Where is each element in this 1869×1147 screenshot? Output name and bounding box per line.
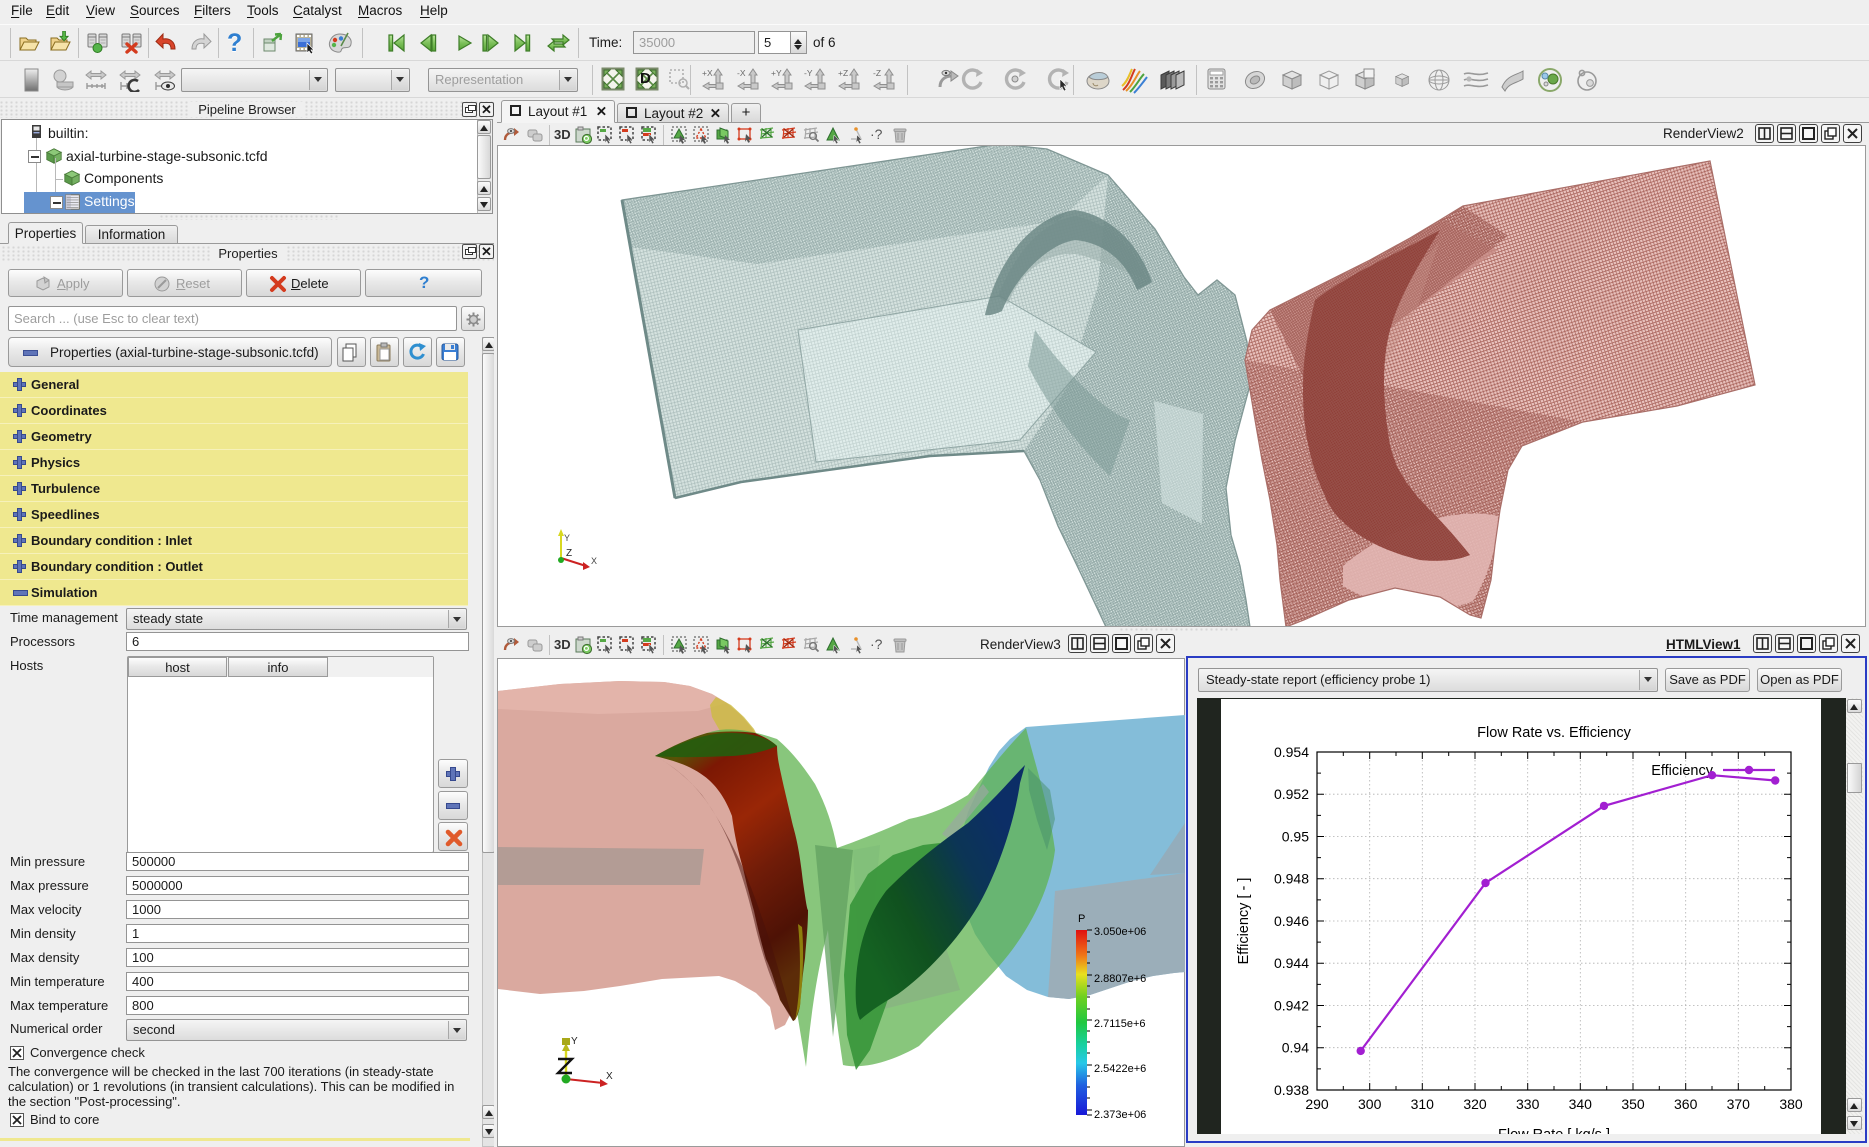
svg-text:0.952: 0.952 [1274,786,1309,802]
svg-text:370: 370 [1727,1096,1751,1112]
svg-text:0.95: 0.95 [1282,829,1309,845]
svg-text:380: 380 [1779,1096,1803,1112]
svg-text:290: 290 [1305,1096,1329,1112]
svg-text:0.954: 0.954 [1274,744,1309,760]
svg-text:Flow Rate [ kg/s ]: Flow Rate [ kg/s ] [1498,1127,1610,1134]
svg-text:Z: Z [566,548,572,559]
svg-text:0.948: 0.948 [1274,871,1309,887]
svg-text:340: 340 [1569,1096,1593,1112]
svg-text:0.938: 0.938 [1274,1082,1309,1098]
svg-text:0.942: 0.942 [1274,998,1309,1014]
svg-text:Efficiency [ - ]: Efficiency [ - ] [1236,878,1252,965]
svg-text:Flow Rate vs. Efficiency: Flow Rate vs. Efficiency [1477,725,1631,741]
svg-text:Y: Y [571,1036,578,1047]
svg-text:-Y: -Y [804,68,813,78]
svg-text:+X: +X [702,68,713,78]
svg-text:310: 310 [1411,1096,1435,1112]
svg-text:2.5422e+6: 2.5422e+6 [1094,1063,1146,1075]
svg-text:2.8807e+6: 2.8807e+6 [1094,973,1146,985]
svg-text:X: X [591,556,597,566]
svg-text:330: 330 [1516,1096,1540,1112]
svg-text:2.373e+06: 2.373e+06 [1094,1109,1146,1121]
svg-text:Y: Y [564,533,570,543]
svg-text:X: X [606,1071,613,1082]
svg-text:2.7115e+6: 2.7115e+6 [1094,1018,1146,1030]
svg-text:3.050e+06: 3.050e+06 [1094,926,1146,938]
svg-text:P: P [1078,913,1085,925]
svg-text:0.944: 0.944 [1274,955,1309,971]
svg-text:320: 320 [1463,1096,1487,1112]
svg-text:+Y: +Y [771,68,782,78]
svg-text:-X: -X [737,68,746,78]
svg-text:350: 350 [1621,1096,1645,1112]
svg-text:0.94: 0.94 [1282,1040,1309,1056]
svg-text:+Z: +Z [838,68,848,78]
svg-text:360: 360 [1674,1096,1698,1112]
svg-text:D: D [640,70,651,87]
svg-text:300: 300 [1358,1096,1382,1112]
svg-text:-Z: -Z [873,68,881,78]
svg-text:0.946: 0.946 [1274,913,1309,929]
